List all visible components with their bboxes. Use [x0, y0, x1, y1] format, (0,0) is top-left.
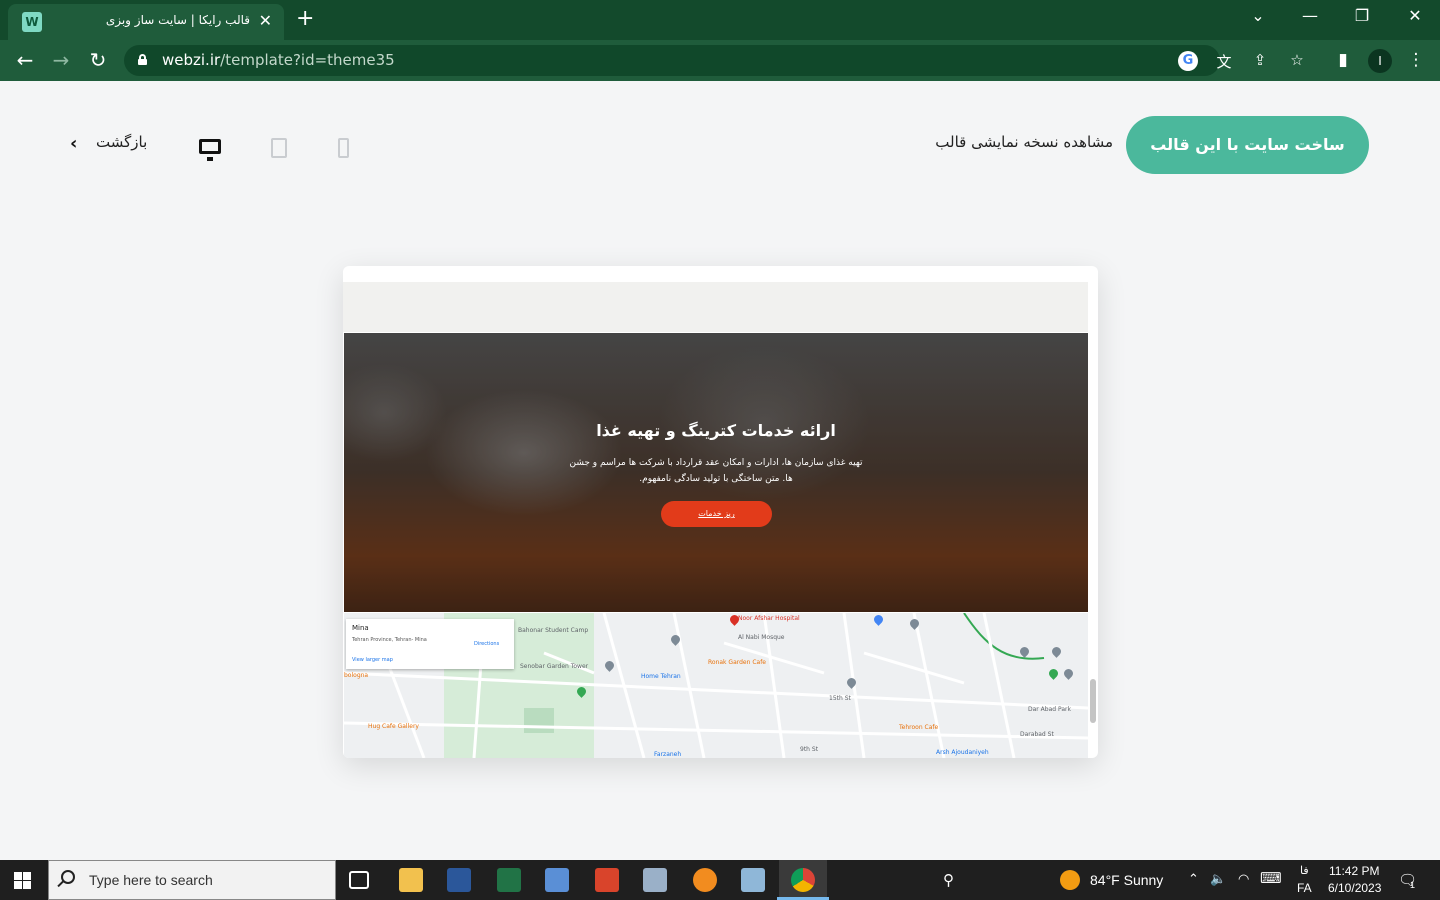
lock-icon[interactable] [138, 54, 147, 65]
language-code[interactable]: FA [1297, 881, 1312, 895]
chevron-left-icon[interactable]: ‹ [70, 133, 77, 154]
language-top[interactable]: فا [1300, 864, 1309, 877]
side-panel-icon[interactable]: ▮ [1332, 50, 1354, 70]
desktop-view-icon[interactable] [199, 139, 221, 161]
keyboard-icon[interactable]: ⌨ [1260, 869, 1282, 887]
map-label[interactable]: Hug Cafe Gallery [368, 723, 419, 730]
profile-avatar[interactable]: I [1368, 49, 1392, 73]
webzi-favicon-icon: W [22, 12, 42, 32]
map-label[interactable]: Dar Abad Park [1028, 706, 1071, 713]
map-label[interactable]: Home Tehran [641, 673, 681, 680]
forward-arrow-icon[interactable]: → [49, 48, 73, 72]
address-bar[interactable]: webzi.ir/template?id=theme35 G 文 ⇪ ☆ [124, 45, 1304, 76]
map-label[interactable]: Darabad St [1020, 731, 1054, 738]
hero-subtitle: تهیه غذای سازمان ها، ادارات و امکان عقد … [569, 458, 863, 484]
volume-icon[interactable]: 🔈 [1210, 871, 1226, 887]
tab-search-chevron-icon[interactable]: ⌄ [1246, 6, 1270, 25]
url-text[interactable]: webzi.ir/template?id=theme35 [162, 51, 395, 69]
map-label[interactable]: Arsh Ajoudaniyeh [936, 749, 989, 756]
directions-link[interactable]: Directions [474, 641, 499, 647]
powerpoint-icon[interactable] [595, 868, 619, 892]
clock-date[interactable]: 6/10/2023 [1328, 881, 1381, 895]
eset-icon[interactable] [693, 868, 717, 892]
tab-close-icon[interactable]: ✕ [259, 11, 272, 30]
clock-time[interactable]: 11:42 PM [1329, 864, 1379, 878]
file-explorer-icon[interactable] [399, 868, 423, 892]
people-icon[interactable]: ⚲ [943, 871, 954, 889]
map-place-card[interactable]: Mina Tehran Province, Tehran- Mina Direc… [346, 619, 514, 669]
minimize-button[interactable]: — [1298, 6, 1322, 25]
browser-tab-strip: W قالب رایکا | سایت ساز وبزی ✕ + ⌄ — ❐ ✕ [0, 0, 1440, 40]
app-icon[interactable] [643, 868, 667, 892]
template-preview-frame[interactable]: ارائه خدمات کترینگ و تهیه غذا تهیه غذای … [343, 266, 1098, 758]
chrome-icon[interactable] [777, 868, 829, 900]
windows-start-icon[interactable] [14, 872, 31, 889]
paint-icon[interactable] [545, 868, 569, 892]
task-view-icon[interactable] [349, 871, 369, 889]
share-icon[interactable]: ⇪ [1250, 51, 1270, 71]
map-place-address: Tehran Province, Tehran- Mina [352, 637, 427, 643]
taskbar-search-placeholder: Type here to search [89, 872, 213, 888]
close-window-button[interactable]: ✕ [1403, 6, 1427, 25]
browser-tab[interactable]: W قالب رایکا | سایت ساز وبزی ✕ [8, 4, 284, 40]
word-icon[interactable] [447, 868, 471, 892]
hero-section: ارائه خدمات کترینگ و تهیه غذا تهیه غذای … [344, 333, 1088, 612]
map-label[interactable]: 15th St [829, 695, 851, 702]
back-link[interactable]: بازگشت [96, 133, 147, 151]
page-content: ساخت سایت با این قالب مشاهده نسخه نمایشی… [0, 81, 1440, 860]
services-button[interactable]: ریز خدمات [661, 501, 772, 527]
taskbar-search-box[interactable]: Type here to search [48, 860, 336, 900]
preview-header-area [343, 282, 1088, 332]
hero-title: ارائه خدمات کترینگ و تهیه غذا [596, 421, 836, 440]
reload-icon[interactable]: ↻ [86, 48, 110, 72]
search-icon [61, 870, 75, 884]
map-label[interactable]: 9th St [800, 746, 818, 753]
tab-title: قالب رایکا | سایت ساز وبزی [105, 13, 250, 27]
browser-toolbar: ← → ↻ webzi.ir/template?id=theme35 G 文 ⇪… [0, 40, 1440, 81]
map-label[interactable]: Bahonar Student Camp [518, 627, 588, 634]
chevron-up-icon[interactable]: ⌃ [1188, 871, 1199, 887]
map-label[interactable]: Senobar Garden Tower [520, 663, 588, 670]
windows-taskbar: Type here to search ⚲ 84°F Sunny ⌃ 🔈 ◠ ⌨… [0, 860, 1440, 900]
wifi-icon[interactable]: ◠ [1238, 871, 1249, 887]
map-label[interactable]: bologna [344, 672, 368, 679]
map-label[interactable]: Farzaneh [654, 751, 681, 758]
build-site-button[interactable]: ساخت سایت با این قالب [1126, 116, 1369, 174]
back-arrow-icon[interactable]: ← [13, 48, 37, 72]
google-icon[interactable]: G [1178, 51, 1198, 71]
weather-sun-icon[interactable] [1060, 870, 1080, 890]
map-label[interactable]: Tehroon Cafe [899, 724, 938, 731]
map-place-name: Mina [352, 624, 369, 632]
new-tab-button[interactable]: + [296, 6, 314, 31]
map-label[interactable]: Al Nabi Mosque [738, 634, 785, 641]
preview-scrollbar-thumb[interactable] [1090, 679, 1096, 723]
excel-icon[interactable] [497, 868, 521, 892]
view-larger-map-link[interactable]: View larger map [352, 657, 393, 663]
map-label[interactable]: Ronak Garden Cafe [708, 659, 766, 666]
restore-button[interactable]: ❐ [1350, 6, 1374, 25]
bookmark-star-icon[interactable]: ☆ [1287, 51, 1307, 71]
map-label[interactable]: Noor Afshar Hospital [738, 615, 800, 622]
notepad-icon[interactable] [741, 868, 765, 892]
demo-version-label[interactable]: مشاهده نسخه نمایشی قالب [935, 133, 1113, 151]
menu-dots-icon[interactable]: ⋮ [1405, 50, 1427, 70]
weather-text[interactable]: 84°F Sunny [1090, 872, 1163, 888]
embedded-map[interactable]: Mina Tehran Province, Tehran- Mina Direc… [344, 613, 1088, 758]
mobile-view-icon[interactable] [338, 138, 349, 158]
tablet-view-icon[interactable] [271, 138, 287, 158]
notification-count: 1 [1410, 880, 1416, 890]
translate-icon[interactable]: 文 [1214, 51, 1234, 71]
